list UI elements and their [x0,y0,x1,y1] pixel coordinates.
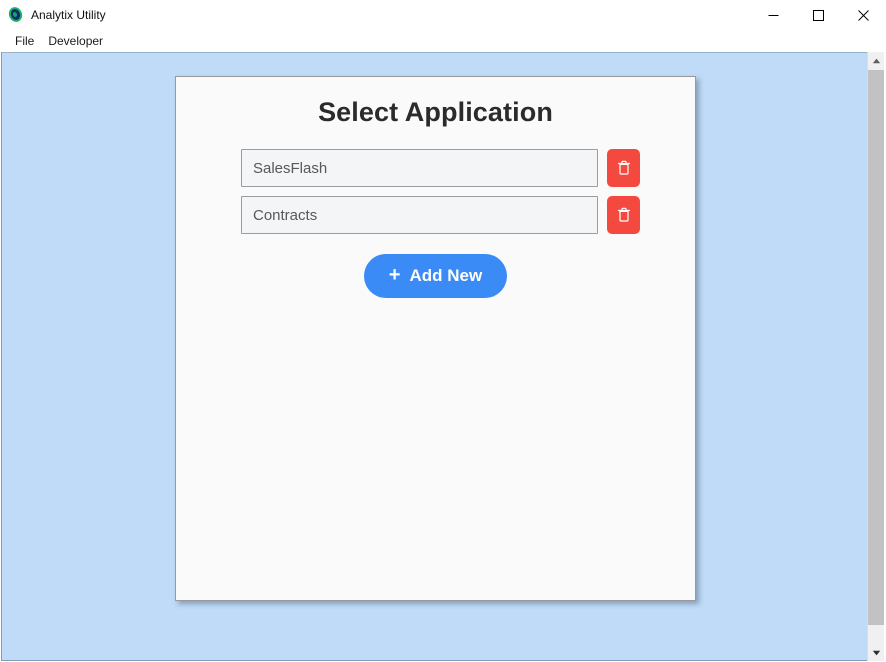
scroll-thumb[interactable] [868,70,884,625]
chevron-down-icon [872,650,880,655]
application-row [176,196,695,234]
application-list [176,149,695,234]
page-title: Select Application [318,97,553,127]
select-application-card: Select Application SalesFlash Contracts … [175,76,696,601]
menu-bar: File Developer [0,30,886,52]
add-new-label: Add New [409,266,483,285]
chevron-up-icon [872,58,880,63]
add-new-button[interactable]: + Add New [363,254,508,298]
app-logo-icon [6,5,25,24]
close-icon [858,9,869,21]
close-button[interactable] [841,0,886,30]
scroll-up-button[interactable] [868,52,884,69]
trash-icon [617,160,630,175]
delete-application-button-salesflash[interactable] [607,149,640,187]
minimize-icon [768,14,779,16]
scroll-down-button[interactable] [868,644,884,661]
application-row [176,149,695,187]
maximize-icon [813,9,824,21]
plus-icon: + [388,264,401,286]
window-controls [751,0,886,30]
trash-icon [617,207,630,222]
maximize-button[interactable] [796,0,841,30]
menu-item-developer[interactable]: Developer [41,32,110,50]
delete-application-button-contracts[interactable] [607,196,640,234]
window-title: Analytix Utility [31,8,106,22]
content-area: Select Application SalesFlash Contracts … [1,52,869,661]
application-name-input-salesflash[interactable] [241,149,598,187]
menu-item-file[interactable]: File [8,32,41,50]
add-new-row: + Add New [176,254,695,298]
application-name-input-contracts[interactable] [241,196,598,234]
vertical-scrollbar[interactable] [867,52,884,661]
title-bar: Analytix Utility [0,0,886,30]
minimize-button[interactable] [751,0,796,30]
application-window: Analytix Utility File Developer Select A… [0,0,886,662]
